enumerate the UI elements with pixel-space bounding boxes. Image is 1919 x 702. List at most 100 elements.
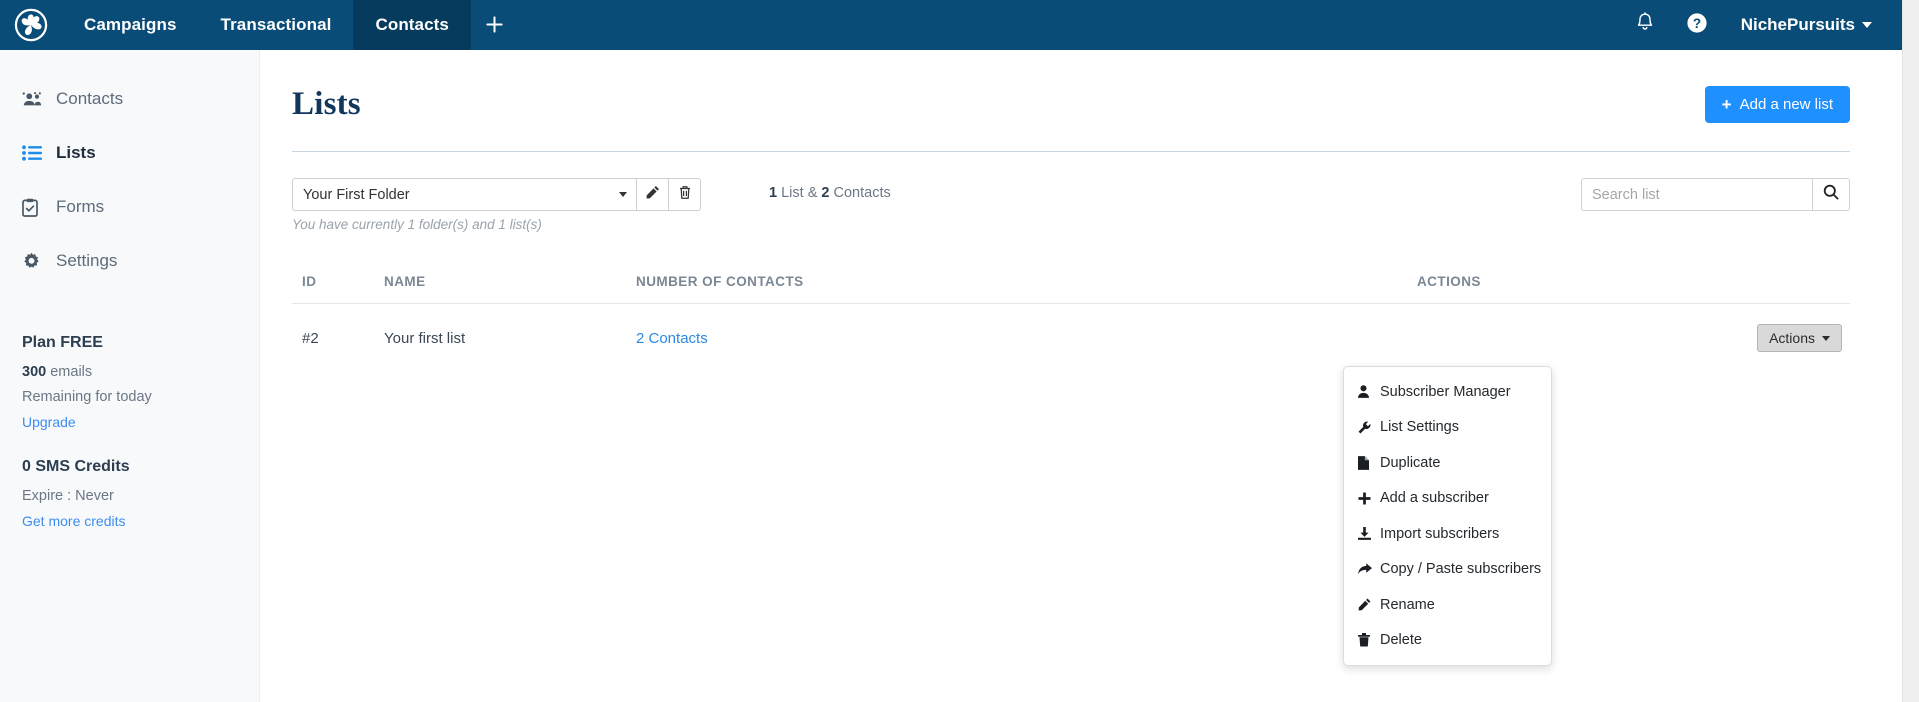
list-toolbar: Your First Folder You have currently 1 f… [292, 178, 1850, 232]
page-header: Lists + Add a new list [292, 50, 1850, 123]
actions-button-label: Actions [1769, 330, 1815, 346]
plan-remaining: Remaining for today [22, 389, 152, 405]
users-icon [22, 91, 56, 107]
download-icon [1358, 527, 1380, 541]
contacts-link[interactable]: 2 Contacts [636, 330, 708, 347]
sidebar-item-contacts[interactable]: Contacts [0, 72, 259, 126]
trash-icon [678, 185, 692, 205]
sms-block: 0 SMS Credits Expire : Never Get more cr… [0, 458, 259, 529]
add-a-new-list-button[interactable]: + Add a new list [1704, 86, 1850, 123]
sidebar-item-forms[interactable]: Forms [0, 180, 259, 234]
menu-item-copy-paste-subscribers[interactable]: Copy / Paste subscribers [1344, 552, 1551, 588]
help-button[interactable]: ? [1671, 0, 1723, 50]
upgrade-link[interactable]: Upgrade [22, 414, 237, 430]
menu-item-label: Delete [1380, 632, 1422, 649]
plan-email-suffix: emails [46, 364, 93, 380]
folder-note: You have currently 1 folder(s) and 1 lis… [292, 217, 542, 232]
plan-block: Plan FREE 300 emails Remaining for today… [0, 334, 259, 430]
nav-item-transactional[interactable]: Transactional [199, 0, 354, 50]
table-head: ID NAME NUMBER OF CONTACTS ACTIONS [292, 274, 1850, 304]
trash-icon [1358, 633, 1380, 647]
cell-name: Your first list [384, 329, 466, 347]
search-input[interactable] [1581, 178, 1813, 211]
sms-expire: Expire : Never [22, 488, 114, 504]
column-header-actions: ACTIONS [1416, 274, 1481, 289]
menu-item-label: Import subscribers [1380, 525, 1500, 542]
menu-item-label: Add a subscriber [1380, 490, 1489, 507]
user-name-label: NichePursuits [1740, 15, 1855, 34]
notifications-button[interactable] [1619, 0, 1671, 50]
plan-title: Plan FREE [22, 334, 103, 351]
file-icon [1358, 455, 1380, 470]
add-button-label: Add a new list [1739, 96, 1833, 113]
delete-folder-button[interactable] [669, 178, 701, 211]
lists-table: ID NAME NUMBER OF CONTACTS ACTIONS #2 Yo… [292, 274, 1850, 370]
wrench-icon [1358, 421, 1380, 434]
sidebar-item-settings[interactable]: Settings [0, 234, 259, 288]
sidebar-item-lists[interactable]: Lists [0, 126, 259, 180]
plan-email-count: 300 [22, 364, 47, 380]
cell-id: #2 [302, 329, 319, 347]
user-menu[interactable]: NichePursuits [1741, 15, 1876, 35]
sidebar-item-label: Lists [56, 143, 96, 162]
folder-select-value: Your First Folder [303, 186, 410, 203]
edit-folder-button[interactable] [637, 178, 669, 211]
nav-add-button[interactable] [471, 0, 517, 50]
sidebar-item-label: Contacts [56, 89, 124, 108]
svg-text:?: ? [1693, 16, 1701, 31]
table-body: #2 Your first list 2 Contacts Actions [292, 304, 1850, 371]
navbar-right-group: ? NichePursuits [1619, 0, 1902, 50]
cell-actions: Actions [1417, 304, 1850, 371]
folder-selector-group: Your First Folder You have currently 1 f… [292, 178, 701, 232]
plus-icon [1358, 492, 1380, 505]
sidebar: Contacts Lists Forms Settings Plan FREE … [0, 50, 260, 702]
header-divider [292, 151, 1850, 152]
column-header-number-of-contacts: NUMBER OF CONTACTS [636, 274, 804, 289]
pinwheel-logo-icon [14, 8, 48, 42]
nav-item-contacts[interactable]: Contacts [353, 0, 471, 50]
actions-dropdown-button[interactable]: Actions [1757, 324, 1842, 352]
menu-item-add-a-subscriber[interactable]: Add a subscriber [1344, 481, 1551, 517]
count-list-number: 1 [769, 185, 778, 201]
nav-label: Campaigns [84, 15, 177, 34]
nav-label: Contacts [375, 15, 449, 34]
menu-item-label: Subscriber Manager [1380, 383, 1511, 400]
share-arrow-icon [1358, 563, 1380, 575]
menu-item-list-settings[interactable]: List Settings [1344, 410, 1551, 446]
menu-item-label: Rename [1380, 596, 1435, 613]
user-icon [1358, 385, 1380, 399]
page-title: Lists [292, 86, 361, 122]
cell-contacts: 2 Contacts [636, 304, 1417, 371]
count-list-word: List & [777, 185, 822, 201]
pencil-icon [1358, 598, 1380, 611]
caret-down-icon [1862, 22, 1872, 28]
caret-down-icon [619, 192, 627, 197]
page-scrollbar[interactable] [1902, 0, 1919, 702]
brand-logo[interactable] [0, 0, 62, 50]
plus-icon [485, 10, 504, 41]
sidebar-item-label: Settings [56, 251, 118, 270]
gear-icon [22, 252, 56, 271]
nav-label: Transactional [220, 15, 332, 34]
question-circle-icon: ? [1686, 12, 1708, 39]
column-header-id: ID [302, 274, 317, 289]
pencil-icon [645, 185, 660, 205]
plus-icon: + [1721, 95, 1732, 114]
menu-item-label: List Settings [1380, 419, 1459, 436]
menu-item-label: Duplicate [1380, 454, 1441, 471]
list-icon [22, 145, 56, 161]
nav-item-campaigns[interactable]: Campaigns [62, 0, 199, 50]
menu-item-subscriber-manager[interactable]: Subscriber Manager [1344, 374, 1551, 410]
plan-emails: 300 emails [22, 364, 237, 380]
clipboard-check-icon [22, 198, 56, 217]
get-more-credits-link[interactable]: Get more credits [22, 513, 237, 529]
search-button[interactable] [1813, 178, 1850, 211]
menu-item-import-subscribers[interactable]: Import subscribers [1344, 516, 1551, 552]
main-content: Lists + Add a new list Your First Folder [260, 50, 1902, 702]
menu-item-duplicate[interactable]: Duplicate [1344, 445, 1551, 481]
folder-row: Your First Folder [292, 178, 701, 211]
bell-icon [1635, 11, 1655, 39]
menu-item-rename[interactable]: Rename [1344, 587, 1551, 623]
folder-select[interactable]: Your First Folder [292, 178, 637, 211]
menu-item-delete[interactable]: Delete [1344, 623, 1551, 659]
